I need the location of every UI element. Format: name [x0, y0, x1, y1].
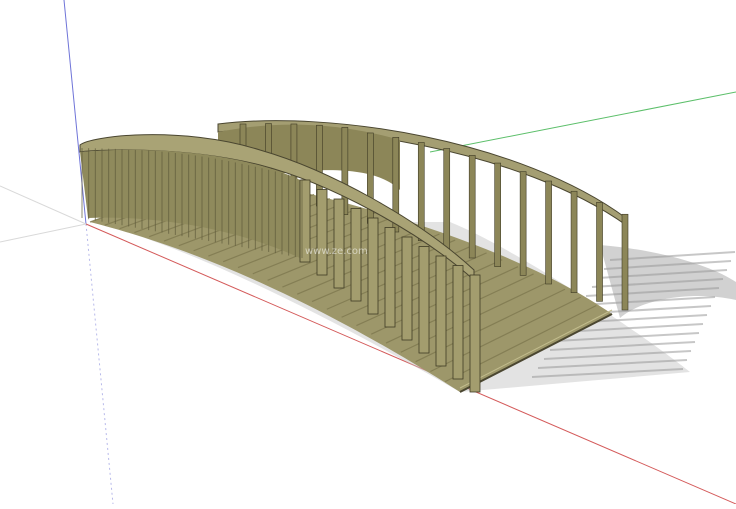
- blue-axis: [63, 0, 87, 225]
- near-post: [384, 227, 396, 328]
- bridge-scene: www.ze.com: [0, 0, 736, 505]
- near-post: [316, 189, 328, 276]
- 3d-viewport[interactable]: www.ze.com: [0, 0, 736, 505]
- watermark: www.ze.com: [305, 246, 368, 257]
- near-post: [401, 236, 413, 341]
- far-post: [570, 190, 578, 293]
- far-post: [417, 142, 425, 241]
- near-post: [418, 246, 430, 354]
- far-post: [519, 171, 527, 276]
- far-post: [494, 162, 501, 267]
- near-post: [367, 217, 379, 315]
- gray-axis-upper-left: [0, 185, 87, 225]
- far-post: [468, 155, 476, 259]
- gray-axis-left: [0, 223, 87, 243]
- far-post: [596, 202, 603, 302]
- blue-axis-dotted: [85, 223, 114, 505]
- near-post: [469, 274, 481, 393]
- far-post: [443, 148, 451, 250]
- green-axis: [429, 91, 736, 153]
- far-post: [621, 213, 629, 311]
- near-post: [333, 198, 345, 289]
- far-post: [545, 180, 552, 285]
- near-post: [435, 255, 447, 367]
- near-post: [452, 265, 464, 380]
